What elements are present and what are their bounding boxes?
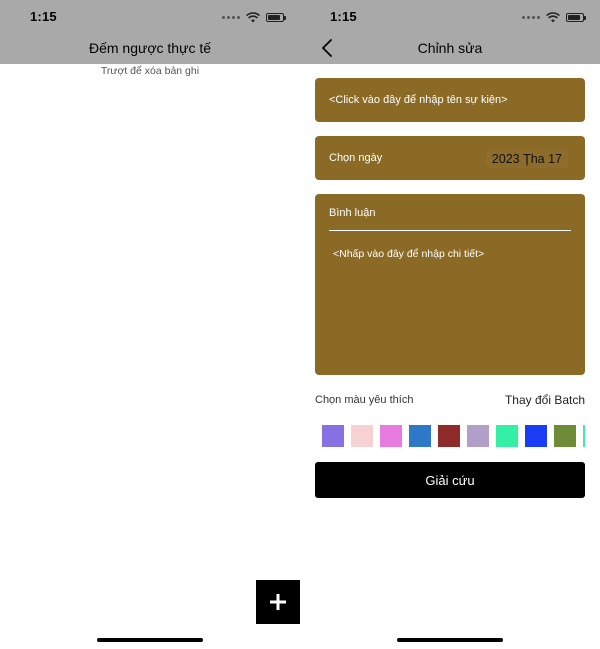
- navigation-bar: 1:15 Đếm ngược thực tế: [0, 0, 300, 64]
- event-name-field[interactable]: <Click vào đây để nhập tên sự kiện>: [315, 78, 585, 122]
- comment-label: Bình luận: [329, 207, 376, 219]
- comment-input[interactable]: <Nhấp vào đây để nhập chi tiết>: [333, 248, 484, 260]
- home-indicator[interactable]: [397, 638, 503, 642]
- edit-event-screen: 1:15 Chỉnh sửa <Click vào đây để nhập tê…: [300, 0, 600, 649]
- status-time: 1:15: [30, 9, 57, 24]
- event-name-placeholder: <Click vào đây để nhập tên sự kiện>: [329, 94, 508, 106]
- change-batch-button[interactable]: Thay đổi Batch: [505, 393, 585, 407]
- date-value[interactable]: 2023 Ţha 17: [485, 150, 568, 168]
- comment-divider: [329, 230, 571, 231]
- page-title: Chỉnh sửa: [417, 40, 483, 56]
- color-swatch[interactable]: [525, 425, 547, 447]
- status-icons: [522, 11, 586, 23]
- navigation-bar: 1:15 Chỉnh sửa: [300, 0, 600, 64]
- battery-icon: [566, 12, 586, 22]
- home-indicator[interactable]: [97, 638, 203, 642]
- signal-icon: [222, 15, 240, 19]
- color-label: Chọn màu yêu thích: [315, 394, 414, 406]
- add-event-button[interactable]: [256, 580, 300, 624]
- page-title: Đếm ngược thực tế: [88, 40, 212, 56]
- comment-card: Bình luận <Nhấp vào đây để nhập chi tiết…: [315, 194, 585, 375]
- color-swatch-row: [322, 425, 585, 448]
- color-swatch[interactable]: [380, 425, 402, 447]
- color-swatch[interactable]: [322, 425, 344, 447]
- color-swatch[interactable]: [554, 425, 576, 447]
- status-time: 1:15: [330, 9, 357, 24]
- countdown-list-screen: 1:15 Đếm ngược thực tế Trượt để xóa bản …: [0, 0, 300, 649]
- wifi-icon: [546, 11, 560, 22]
- color-swatch[interactable]: [438, 425, 460, 447]
- wifi-icon: [246, 11, 260, 22]
- color-swatch[interactable]: [583, 425, 585, 447]
- date-picker-row[interactable]: Chọn ngày 2023 Ţha 17: [315, 136, 585, 180]
- status-icons: [222, 11, 286, 23]
- save-button[interactable]: Giải cứu: [315, 462, 585, 498]
- color-swatch[interactable]: [467, 425, 489, 447]
- color-swatch[interactable]: [409, 425, 431, 447]
- color-swatch[interactable]: [351, 425, 373, 447]
- signal-icon: [522, 15, 540, 19]
- swipe-hint: Trượt để xóa bản ghi: [100, 65, 200, 77]
- battery-icon: [266, 12, 286, 22]
- plus-icon: [270, 594, 286, 610]
- color-swatch[interactable]: [496, 425, 518, 447]
- date-label: Chọn ngày: [329, 152, 383, 164]
